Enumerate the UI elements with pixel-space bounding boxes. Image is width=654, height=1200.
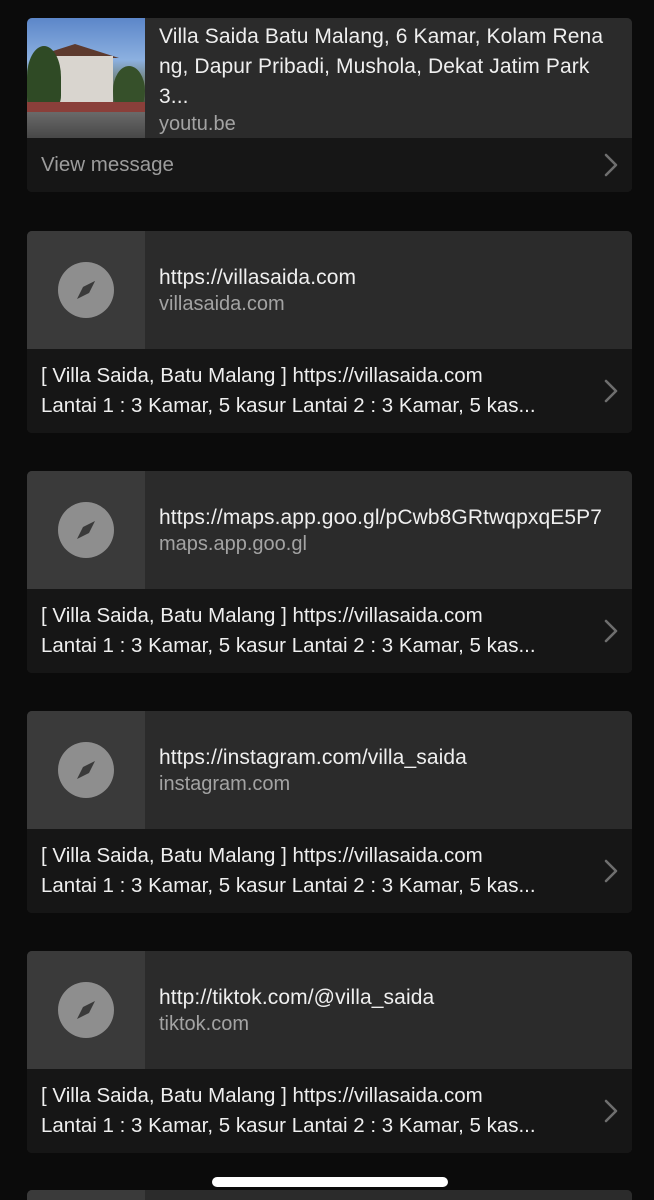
message-preview-row[interactable]: [ Villa Saida, Batu Malang ] https://vil…	[27, 349, 632, 433]
link-thumbnail	[27, 1190, 145, 1200]
link-domain: tiktok.com	[159, 1012, 250, 1035]
link-title: https://maps.app.goo.gl/pCwb8GRtwqpxqE5P…	[159, 505, 603, 529]
link-thumbnail	[27, 231, 145, 349]
chevron-right-icon	[604, 379, 618, 403]
link-card-instagram[interactable]: https://instagram.com/villa_saida instag…	[27, 711, 632, 913]
link-preview[interactable]: https://instagram.com/villa_saida instag…	[27, 711, 632, 829]
link-preview[interactable]: https://villasaida.com villasaida.com	[27, 231, 632, 349]
chevron-right-icon	[604, 1099, 618, 1123]
link-card-tiktok[interactable]: http://tiktok.com/@villa_saida tiktok.co…	[27, 951, 632, 1153]
compass-icon	[58, 982, 114, 1038]
link-title: https://instagram.com/villa_saida	[159, 745, 467, 769]
link-thumbnail	[27, 471, 145, 589]
link-title: http://tiktok.com/@villa_saida	[159, 985, 435, 1009]
link-domain: instagram.com	[159, 772, 291, 795]
link-thumbnail	[27, 711, 145, 829]
message-line-1: [ Villa Saida, Batu Malang ] https://vil…	[41, 1084, 483, 1107]
link-thumbnail-image	[27, 18, 145, 138]
link-title: Villa Saida Batu Malang, 6 Kamar, Kolam …	[159, 25, 604, 108]
view-message-label: View message	[41, 153, 174, 176]
message-line-2: Lantai 1 : 3 Kamar, 5 kasur Lantai 2 : 3…	[41, 874, 536, 897]
link-domain: maps.app.goo.gl	[159, 532, 307, 555]
message-line-1: [ Villa Saida, Batu Malang ] https://vil…	[41, 604, 483, 627]
message-preview-row[interactable]: [ Villa Saida, Batu Malang ] https://vil…	[27, 589, 632, 673]
link-title: https://villasaida.com	[159, 265, 357, 289]
home-indicator[interactable]	[212, 1177, 448, 1187]
compass-icon	[58, 502, 114, 558]
message-line-1: [ Villa Saida, Batu Malang ] https://vil…	[41, 364, 483, 387]
compass-icon	[58, 742, 114, 798]
message-line-1: [ Villa Saida, Batu Malang ] https://vil…	[41, 844, 483, 867]
message-line-2: Lantai 1 : 3 Kamar, 5 kasur Lantai 2 : 3…	[41, 1114, 536, 1137]
compass-icon	[58, 262, 114, 318]
message-line-2: Lantai 1 : 3 Kamar, 5 kasur Lantai 2 : 3…	[41, 394, 536, 417]
shared-links-list: Villa Saida Batu Malang, 6 Kamar, Kolam …	[0, 0, 654, 1200]
link-preview[interactable]: Villa Saida Batu Malang, 6 Kamar, Kolam …	[27, 18, 632, 138]
link-card-maps[interactable]: https://maps.app.goo.gl/pCwb8GRtwqpxqE5P…	[27, 471, 632, 673]
link-preview[interactable]: http://tiktok.com/@villa_saida tiktok.co…	[27, 951, 632, 1069]
link-thumbnail	[27, 951, 145, 1069]
message-preview-row[interactable]: [ Villa Saida, Batu Malang ] https://vil…	[27, 1069, 632, 1153]
chevron-right-icon	[604, 859, 618, 883]
link-domain: villasaida.com	[159, 292, 285, 315]
message-preview-row[interactable]: [ Villa Saida, Batu Malang ] https://vil…	[27, 829, 632, 913]
link-card-villasaida[interactable]: https://villasaida.com villasaida.com [ …	[27, 231, 632, 433]
link-domain: youtu.be	[159, 113, 236, 135]
link-card-partial[interactable]	[27, 1190, 632, 1200]
chevron-right-icon	[604, 153, 618, 177]
link-card-youtube[interactable]: Villa Saida Batu Malang, 6 Kamar, Kolam …	[27, 18, 632, 192]
chevron-right-icon	[604, 619, 618, 643]
view-message-row[interactable]: View message	[27, 138, 632, 192]
message-line-2: Lantai 1 : 3 Kamar, 5 kasur Lantai 2 : 3…	[41, 634, 536, 657]
link-preview[interactable]	[27, 1190, 632, 1200]
link-preview[interactable]: https://maps.app.goo.gl/pCwb8GRtwqpxqE5P…	[27, 471, 632, 589]
